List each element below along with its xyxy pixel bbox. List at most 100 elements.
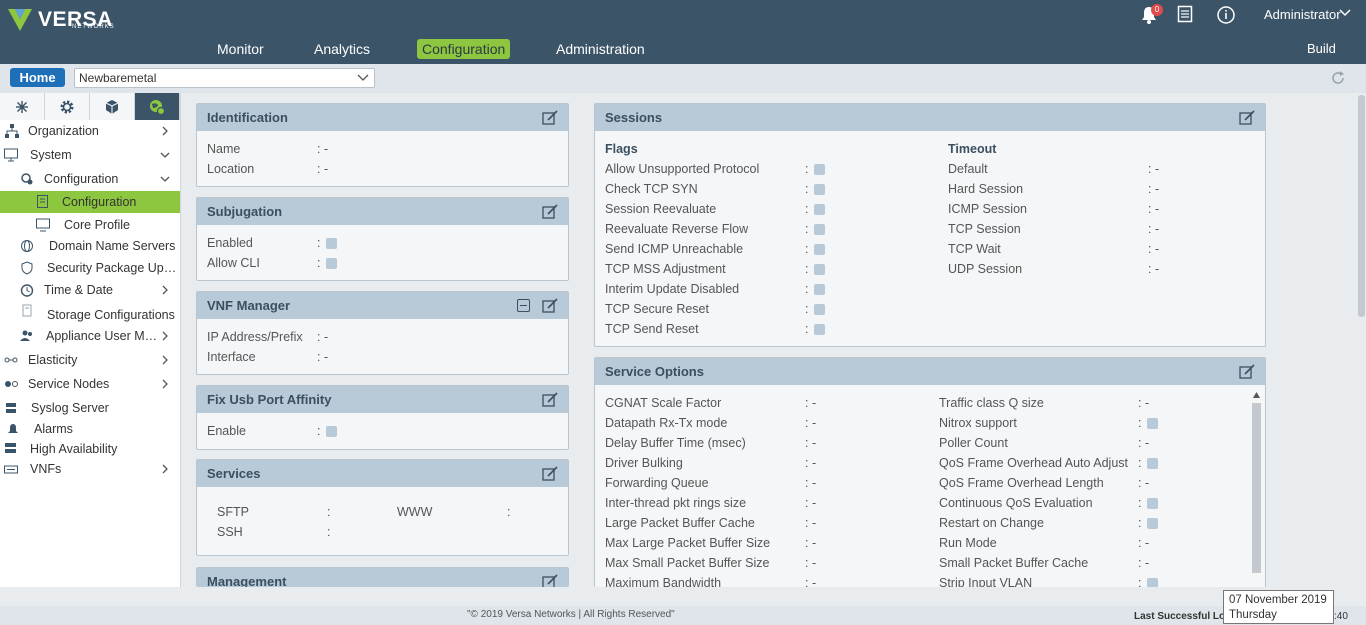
system-icon xyxy=(4,148,18,162)
enable-checkbox[interactable] xyxy=(326,426,337,437)
nav-monitor[interactable]: Monitor xyxy=(212,39,269,59)
panel-title: Subjugation xyxy=(197,198,568,225)
sidebar-item-label: Configuration xyxy=(44,172,119,186)
sidebar-item-storage[interactable]: Storage Configurations xyxy=(0,304,180,326)
field-label: Location xyxy=(207,162,255,176)
task-list-icon[interactable] xyxy=(1177,5,1193,23)
flag-checkbox[interactable] xyxy=(814,264,825,275)
user-menu[interactable]: Administrator xyxy=(1264,7,1341,22)
sidebar-item-dns[interactable]: Domain Name Servers xyxy=(0,235,180,257)
nav-configuration[interactable]: Configuration xyxy=(417,39,511,59)
allow-cli-checkbox[interactable] xyxy=(326,258,337,269)
page-scrollbar[interactable] xyxy=(1356,93,1366,587)
option-label: Max Small Packet Buffer Size xyxy=(605,556,770,570)
field-colon: : xyxy=(327,525,331,539)
service-label: WWW xyxy=(397,505,433,519)
edit-icon[interactable] xyxy=(542,204,558,220)
tab-settings[interactable] xyxy=(45,93,90,120)
field-label: IP Address/Prefix xyxy=(207,330,303,344)
field-label: Allow CLI xyxy=(207,256,260,270)
flag-label: Allow Unsupported Protocol xyxy=(605,162,760,176)
tab-objects[interactable] xyxy=(90,93,135,120)
option-checkbox[interactable] xyxy=(1147,578,1158,587)
flag-checkbox[interactable] xyxy=(814,184,825,195)
flag-label: TCP Secure Reset xyxy=(605,302,709,316)
flag-checkbox[interactable] xyxy=(814,164,825,175)
sidebar-item-syslog[interactable]: Syslog Server xyxy=(0,397,180,419)
flag-checkbox[interactable] xyxy=(814,284,825,295)
home-button[interactable]: Home xyxy=(10,68,65,87)
sidebar-item-system[interactable]: System xyxy=(0,144,180,166)
sidebar-item-security-package[interactable]: Security Package Up… xyxy=(0,257,180,279)
edit-icon[interactable] xyxy=(542,110,558,126)
sidebar-item-label: Elasticity xyxy=(28,353,78,367)
collapse-icon[interactable] xyxy=(517,299,530,312)
field-value: : - xyxy=(1148,222,1160,236)
panel-title: Fix Usb Port Affinity xyxy=(197,386,568,413)
sidebar-item-alarms[interactable]: Alarms xyxy=(0,418,180,440)
flag-label: Reevaluate Reverse Flow xyxy=(605,222,749,236)
refresh-icon[interactable] xyxy=(1330,70,1346,86)
edit-icon[interactable] xyxy=(542,298,558,314)
sidebar-item-configuration[interactable]: Configuration xyxy=(0,191,180,213)
flag-checkbox[interactable] xyxy=(814,304,825,315)
appliance-select[interactable]: Newbaremetal xyxy=(74,68,375,88)
build-link[interactable]: Build xyxy=(1307,41,1336,56)
sidebar-item-label: Organization xyxy=(28,124,99,138)
sidebar-item-label: Security Package Up… xyxy=(47,261,177,275)
edit-icon[interactable] xyxy=(1239,364,1255,380)
field-value: : xyxy=(1138,456,1142,470)
edit-icon[interactable] xyxy=(542,392,558,408)
option-checkbox[interactable] xyxy=(1147,418,1158,429)
sidebar-item-time-date[interactable]: Time & Date xyxy=(0,279,180,301)
scroll-thumb[interactable] xyxy=(1252,403,1261,573)
nav-administration[interactable]: Administration xyxy=(551,39,650,59)
tab-system-config[interactable] xyxy=(135,93,180,120)
sidebar-item-service-nodes[interactable]: Service Nodes xyxy=(0,373,180,395)
scroll-thumb[interactable] xyxy=(1358,95,1365,317)
field-label: Enabled xyxy=(207,236,253,250)
chevron-down-icon[interactable] xyxy=(1339,8,1351,18)
field-colon: : xyxy=(507,505,511,519)
field-value: : - xyxy=(805,456,817,470)
services-panel: Services SFTP : WWW : SSH : xyxy=(196,459,569,556)
flag-checkbox[interactable] xyxy=(814,244,825,255)
edit-icon[interactable] xyxy=(542,574,558,587)
tab-topology[interactable] xyxy=(0,93,45,120)
nav-analytics[interactable]: Analytics xyxy=(309,39,375,59)
info-icon[interactable] xyxy=(1216,5,1236,25)
vnf-manager-panel: VNF Manager IP Address/Prefix : - Interf… xyxy=(196,291,569,375)
panel-title: Services xyxy=(197,460,568,487)
sidebar-item-organization[interactable]: Organization xyxy=(0,120,180,142)
field-value: : xyxy=(1138,416,1142,430)
sidebar-item-appliance-users[interactable]: Appliance User M… xyxy=(0,325,180,347)
gear-icon xyxy=(60,100,74,113)
option-checkbox[interactable] xyxy=(1147,518,1158,529)
elasticity-icon xyxy=(4,357,18,363)
sidebar-item-high-availability[interactable]: High Availability xyxy=(0,438,180,460)
timeout-label: ICMP Session xyxy=(948,202,1027,216)
sidebar-item-vnfs[interactable]: VNFs xyxy=(0,458,180,480)
panel-title: Identification xyxy=(197,104,568,131)
chevron-right-icon xyxy=(162,285,168,295)
flag-checkbox[interactable] xyxy=(814,204,825,215)
option-checkbox[interactable] xyxy=(1147,498,1158,509)
edit-icon[interactable] xyxy=(542,466,558,482)
scroll-up-icon[interactable] xyxy=(1253,392,1260,398)
field-value: : - xyxy=(317,330,329,344)
field-value: : - xyxy=(1148,202,1160,216)
sidebar-item-label: Configuration xyxy=(62,195,137,209)
field-value: : - xyxy=(805,536,817,550)
flag-checkbox[interactable] xyxy=(814,324,825,335)
sidebar-item-core-profile[interactable]: Core Profile xyxy=(0,214,180,236)
flags-heading: Flags xyxy=(605,142,638,156)
service-options-scrollbar[interactable] xyxy=(1250,389,1263,587)
sidebar-item-elasticity[interactable]: Elasticity xyxy=(0,349,180,371)
enabled-checkbox[interactable] xyxy=(326,238,337,249)
option-checkbox[interactable] xyxy=(1147,458,1158,469)
flag-checkbox[interactable] xyxy=(814,224,825,235)
option-label: Datapath Rx-Tx mode xyxy=(605,416,728,430)
option-label: Strip Input VLAN xyxy=(939,576,1033,587)
edit-icon[interactable] xyxy=(1239,110,1255,126)
sidebar-item-configuration-group[interactable]: Configuration xyxy=(0,168,180,190)
